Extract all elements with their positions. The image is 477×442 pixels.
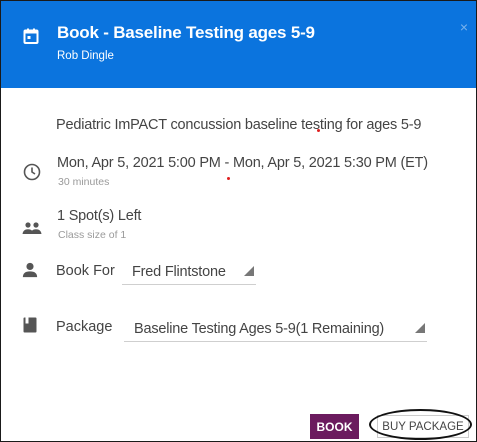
dialog-subtitle: Rob Dingle xyxy=(57,50,114,62)
close-icon[interactable]: × xyxy=(460,19,468,35)
bookmark-icon xyxy=(23,317,37,333)
dialog-header: Book - Baseline Testing ages 5-9 Rob Din… xyxy=(1,1,476,88)
people-icon xyxy=(22,222,42,234)
calendar-icon xyxy=(23,28,39,44)
book-for-value: Fred Flintstone xyxy=(132,264,226,280)
clock-icon xyxy=(23,163,41,181)
dialog-title: Book - Baseline Testing ages 5-9 xyxy=(57,23,315,42)
book-for-select[interactable]: Fred Flintstone xyxy=(122,260,256,285)
book-button[interactable]: BOOK xyxy=(310,414,359,439)
person-icon xyxy=(22,262,38,278)
dropdown-caret-icon xyxy=(244,266,254,276)
class-size: Class size of 1 xyxy=(58,229,127,241)
red-dot-marker xyxy=(227,177,230,180)
buy-package-button[interactable]: BUY PACKAGE xyxy=(377,415,469,438)
package-select[interactable]: Baseline Testing Ages 5-9(1 Remaining) xyxy=(124,317,427,342)
package-value: Baseline Testing Ages 5-9(1 Remaining) xyxy=(134,321,385,337)
booking-dialog: Book - Baseline Testing ages 5-9 Rob Din… xyxy=(0,0,477,442)
dropdown-caret-icon xyxy=(415,323,425,333)
red-dot-marker xyxy=(317,129,320,132)
package-label: Package xyxy=(56,319,113,335)
book-for-label: Book For xyxy=(56,263,115,279)
class-description: Pediatric ImPACT concussion baseline tes… xyxy=(56,117,422,133)
spots-left: 1 Spot(s) Left xyxy=(57,208,142,224)
schedule-datetime: Mon, Apr 5, 2021 5:00 PM - Mon, Apr 5, 2… xyxy=(57,155,428,171)
schedule-duration: 30 minutes xyxy=(58,176,110,188)
